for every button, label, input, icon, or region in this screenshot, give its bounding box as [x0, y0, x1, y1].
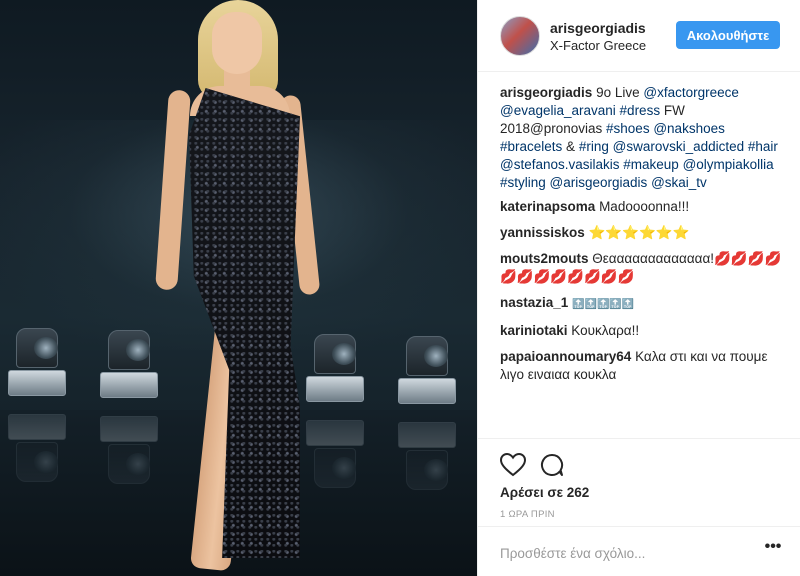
- caption-text-segment: &: [562, 139, 579, 154]
- caption-tag-link[interactable]: @nakshoes: [653, 121, 725, 136]
- caption-tag-link[interactable]: @olympiakollia: [683, 157, 774, 172]
- comment-item: mouts2mouts Θεααααααααααααα!💋💋💋💋💋💋💋💋💋💋💋💋: [500, 250, 784, 286]
- caption-tag-link[interactable]: #ring: [579, 139, 609, 154]
- comments-list: arisgeorgiadis 9o Live @xfactorgreece @e…: [500, 84, 784, 392]
- caption-text-segment: 9o Live: [596, 85, 644, 100]
- stage-light: [398, 336, 456, 406]
- follow-button[interactable]: Ακολουθήστε: [676, 21, 780, 49]
- comment-input[interactable]: [500, 542, 740, 564]
- caption-tag-link[interactable]: @evagelia_aravani: [500, 103, 616, 118]
- post-header: arisgeorgiadis X-Factor Greece Ακολουθήσ…: [478, 0, 800, 72]
- caption: arisgeorgiadis 9o Live @xfactorgreece @e…: [500, 84, 784, 192]
- comment-item: katerinapsoma Madoooonna!!!: [500, 198, 784, 216]
- caption-text: 9o Live @xfactorgreece @evagelia_aravani…: [500, 85, 778, 190]
- post-timestamp[interactable]: 1 ΩΡΑ ΠΡΙΝ: [500, 509, 555, 520]
- post-photo[interactable]: [0, 0, 477, 576]
- comment-text: Κουκλαρα!!: [571, 323, 640, 338]
- stage-light: [8, 328, 66, 398]
- comment-username[interactable]: kariniotaki: [500, 323, 568, 338]
- woman-figure: [140, 0, 340, 576]
- comment-text: Madoooonna!!!: [599, 199, 690, 214]
- heart-icon[interactable]: [500, 453, 526, 477]
- header-location[interactable]: X-Factor Greece: [550, 38, 646, 53]
- instagram-post: arisgeorgiadis X-Factor Greece Ακολουθήσ…: [0, 0, 800, 576]
- comment-text: 🔝🔝🔝🔝🔝: [572, 299, 635, 310]
- post-actions: Αρέσει σε 262 1 ΩΡΑ ΠΡΙΝ: [478, 438, 800, 520]
- caption-tag-link[interactable]: #bracelets: [500, 139, 562, 154]
- caption-tag-link[interactable]: @stefanos.vasilakis: [500, 157, 620, 172]
- comment-item: kariniotaki Κουκλαρα!!: [500, 322, 784, 340]
- comment-icon[interactable]: [540, 453, 564, 477]
- caption-tag-link[interactable]: #shoes: [606, 121, 650, 136]
- comment-item: nastazia_1 🔝🔝🔝🔝🔝: [500, 294, 784, 314]
- comment-text: ⭐⭐⭐⭐⭐⭐: [588, 225, 690, 240]
- stage-light-reflection: [8, 412, 66, 482]
- caption-tag-link[interactable]: @arisgeorgiadis: [550, 175, 648, 190]
- post-sidebar: arisgeorgiadis X-Factor Greece Ακολουθήσ…: [477, 0, 800, 576]
- caption-tag-link[interactable]: #hair: [748, 139, 778, 154]
- face: [212, 12, 262, 74]
- avatar[interactable]: [500, 16, 540, 56]
- caption-tag-link[interactable]: @swarovski_addicted: [613, 139, 745, 154]
- arm: [155, 89, 191, 291]
- caption-tag-link[interactable]: #styling: [500, 175, 546, 190]
- comment-username[interactable]: yannissiskos: [500, 225, 585, 240]
- caption-tag-link[interactable]: #makeup: [623, 157, 679, 172]
- comment-username[interactable]: nastazia_1: [500, 295, 568, 310]
- caption-tag-link[interactable]: #dress: [620, 103, 661, 118]
- comment-username[interactable]: mouts2mouts: [500, 251, 589, 266]
- stage-light-reflection: [398, 420, 456, 490]
- comment-username[interactable]: papaioannoumary64: [500, 349, 631, 364]
- comment-item: yannissiskos ⭐⭐⭐⭐⭐⭐: [500, 224, 784, 242]
- caption-tag-link[interactable]: @xfactorgreece: [643, 85, 739, 100]
- likes-count[interactable]: Αρέσει σε 262: [500, 485, 589, 500]
- header-username[interactable]: arisgeorgiadis: [550, 20, 646, 36]
- comment-username[interactable]: katerinapsoma: [500, 199, 595, 214]
- caption-username[interactable]: arisgeorgiadis: [500, 85, 592, 100]
- more-options-icon[interactable]: •••: [762, 539, 784, 561]
- comment-item: papaioannoumary64 Καλα στι και να πουμε …: [500, 348, 784, 384]
- caption-tag-link[interactable]: @skai_tv: [651, 175, 707, 190]
- add-comment-bar: •••: [478, 526, 800, 576]
